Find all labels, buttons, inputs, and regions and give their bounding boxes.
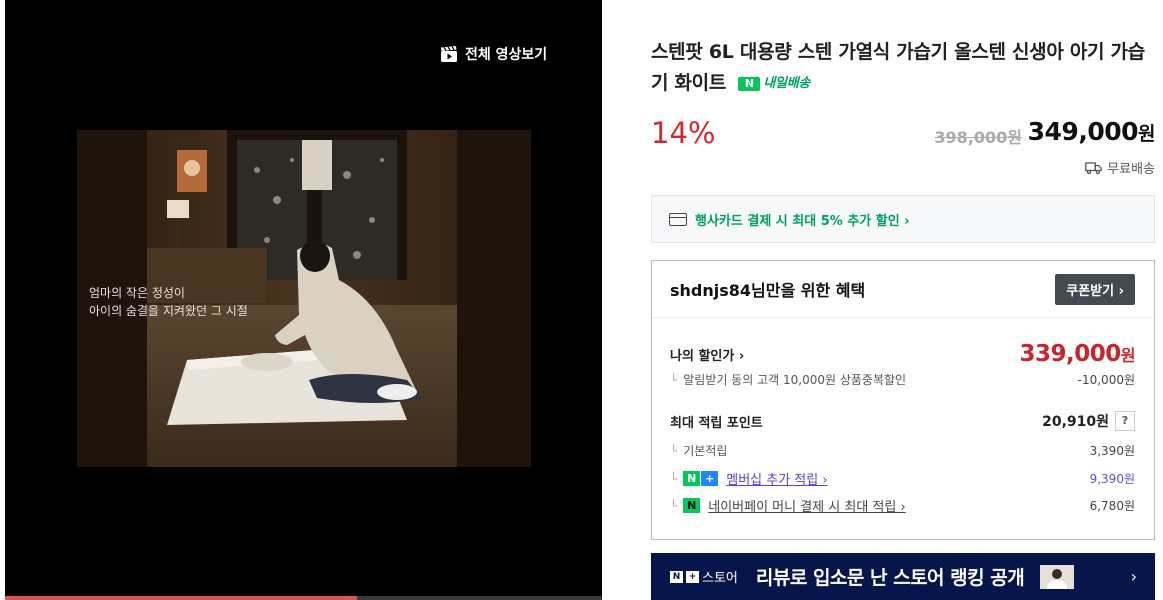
tomorrow-delivery-badge: N 내일배송 bbox=[738, 68, 810, 99]
branch-marker: └ bbox=[670, 498, 678, 513]
full-video-button[interactable]: 전체 영상보기 bbox=[440, 44, 547, 64]
naver-delivery-icon: N bbox=[738, 76, 761, 91]
member-benefit-box: shdnjs84님만을 위한 혜택 쿠폰받기 › 나의 할인가 › 339,00… bbox=[651, 260, 1155, 540]
points-help-button[interactable]: ? bbox=[1115, 411, 1135, 431]
my-discount-price-link[interactable]: 나의 할인가 › bbox=[670, 345, 744, 364]
membership-points-link[interactable]: 멤버십 추가 적립 › bbox=[726, 469, 827, 488]
tomorrow-delivery-label: 내일배송 bbox=[763, 76, 811, 91]
chevron-right-icon: › bbox=[1130, 567, 1137, 586]
max-points-value: 20,910원 ? bbox=[1042, 411, 1135, 431]
points-row: 최대 적립 포인트 20,910원 ? bbox=[670, 411, 1135, 431]
sale-price-number: 349,000 bbox=[1027, 117, 1139, 146]
original-price: 398,000원 bbox=[934, 128, 1022, 147]
product-info-panel: 스텐팟 6L 대용량 스텐 가열식 가습기 올스텐 신생아 아기 가습기 화이트… bbox=[651, 0, 1155, 600]
npay-points-row: └ N 네이버페이 머니 결제 시 최대 적립 › 6,780원 bbox=[670, 496, 1135, 515]
basic-points-value: 3,390원 bbox=[1089, 444, 1135, 458]
basic-points-label: └ 기본적립 bbox=[670, 442, 727, 459]
naver-plus-membership-icon: N + bbox=[683, 471, 719, 486]
benefit-header: shdnjs84님만을 위한 혜택 쿠폰받기 › bbox=[652, 261, 1154, 318]
product-title-text: 스텐팟 6L 대용량 스텐 가열식 가습기 올스텐 신생아 아기 가습기 화이트 bbox=[651, 41, 1145, 94]
discount-rate: 14% bbox=[651, 116, 716, 150]
npay-points-link[interactable]: 네이버페이 머니 결제 시 최대 적립 › bbox=[708, 496, 905, 515]
video-player[interactable]: 전체 영상보기 엄마의 작은 정성이 아이의 숨결을 지켜왔던 그 시절 bbox=[5, 0, 602, 600]
max-points-number: 20,910원 bbox=[1042, 414, 1109, 430]
alert-discount-value: -10,000원 bbox=[1077, 373, 1135, 387]
basic-points-row: └ 기본적립 3,390원 bbox=[670, 442, 1135, 459]
naver-plus-store-logo: N + 스토어 bbox=[670, 567, 738, 586]
naver-pay-icon: N bbox=[683, 498, 701, 513]
banner-logo-text: 스토어 bbox=[702, 571, 738, 586]
video-progress-bar[interactable] bbox=[5, 596, 602, 600]
max-points-label: 최대 적립 포인트 bbox=[670, 415, 763, 431]
card-event-label: 행사카드 결제 시 최대 5% 추가 할인 › bbox=[695, 213, 910, 229]
get-coupon-button[interactable]: 쿠폰받기 › bbox=[1055, 273, 1135, 305]
caption-line-2: 아이의 숨결을 지켜왔던 그 시절 bbox=[89, 304, 248, 318]
full-video-label: 전체 영상보기 bbox=[465, 47, 548, 63]
video-clapper-icon bbox=[441, 46, 457, 62]
my-price-number: 339,000 bbox=[1019, 341, 1122, 367]
banner-thumbnail-image bbox=[1040, 564, 1075, 589]
my-discount-price: 339,000원 bbox=[1020, 341, 1136, 367]
branch-marker: └ bbox=[670, 373, 678, 387]
product-title: 스텐팟 6L 대용량 스텐 가열식 가습기 올스텐 신생아 아기 가습기 화이트… bbox=[651, 37, 1155, 99]
basic-points-text: 기본적립 bbox=[683, 444, 728, 458]
credit-card-icon bbox=[669, 212, 687, 226]
npay-points-label: └ N 네이버페이 머니 결제 시 최대 적립 › bbox=[670, 496, 906, 515]
branch-marker: └ bbox=[670, 444, 678, 458]
my-price-row: 나의 할인가 › 339,000원 bbox=[670, 341, 1136, 367]
alert-discount-text: 알림받기 동의 고객 10,000원 상품중복할인 bbox=[683, 373, 907, 387]
alert-discount-row: └ 알림받기 동의 고객 10,000원 상품중복할인 -10,000원 bbox=[670, 371, 1135, 388]
membership-points-value: 9,390원 bbox=[1089, 472, 1135, 486]
card-discount-event-link[interactable]: 행사카드 결제 시 최대 5% 추가 할인 › bbox=[651, 195, 1155, 243]
store-ranking-banner[interactable]: N + 스토어 리뷰로 입소문 난 스토어 랭킹 공개 › bbox=[651, 553, 1155, 600]
my-price-unit: 원 bbox=[1120, 346, 1136, 365]
free-shipping: 무료배송 bbox=[1085, 158, 1155, 177]
caption-line-1: 엄마의 작은 정성이 bbox=[89, 286, 185, 300]
membership-points-row: └ N + 멤버십 추가 적립 › 9,390원 bbox=[670, 469, 1135, 488]
benefit-title: shdnjs84님만을 위한 혜택 bbox=[670, 281, 866, 300]
truck-icon bbox=[1085, 161, 1102, 174]
sale-price-unit: 원 bbox=[1138, 123, 1155, 145]
sale-price: 349,000원 bbox=[1027, 117, 1156, 146]
membership-points-label: └ N + 멤버십 추가 적립 › bbox=[670, 469, 828, 488]
branch-marker: └ bbox=[670, 471, 678, 486]
free-shipping-label: 무료배송 bbox=[1107, 162, 1155, 177]
banner-text: 리뷰로 입소문 난 스토어 랭킹 공개 bbox=[755, 567, 1025, 589]
alert-discount-label: └ 알림받기 동의 고객 10,000원 상품중복할인 bbox=[670, 371, 906, 388]
video-caption: 엄마의 작은 정성이 아이의 숨결을 지켜왔던 그 시절 bbox=[89, 284, 248, 320]
npay-points-value: 6,780원 bbox=[1089, 499, 1135, 513]
video-progress-fill bbox=[5, 596, 358, 600]
